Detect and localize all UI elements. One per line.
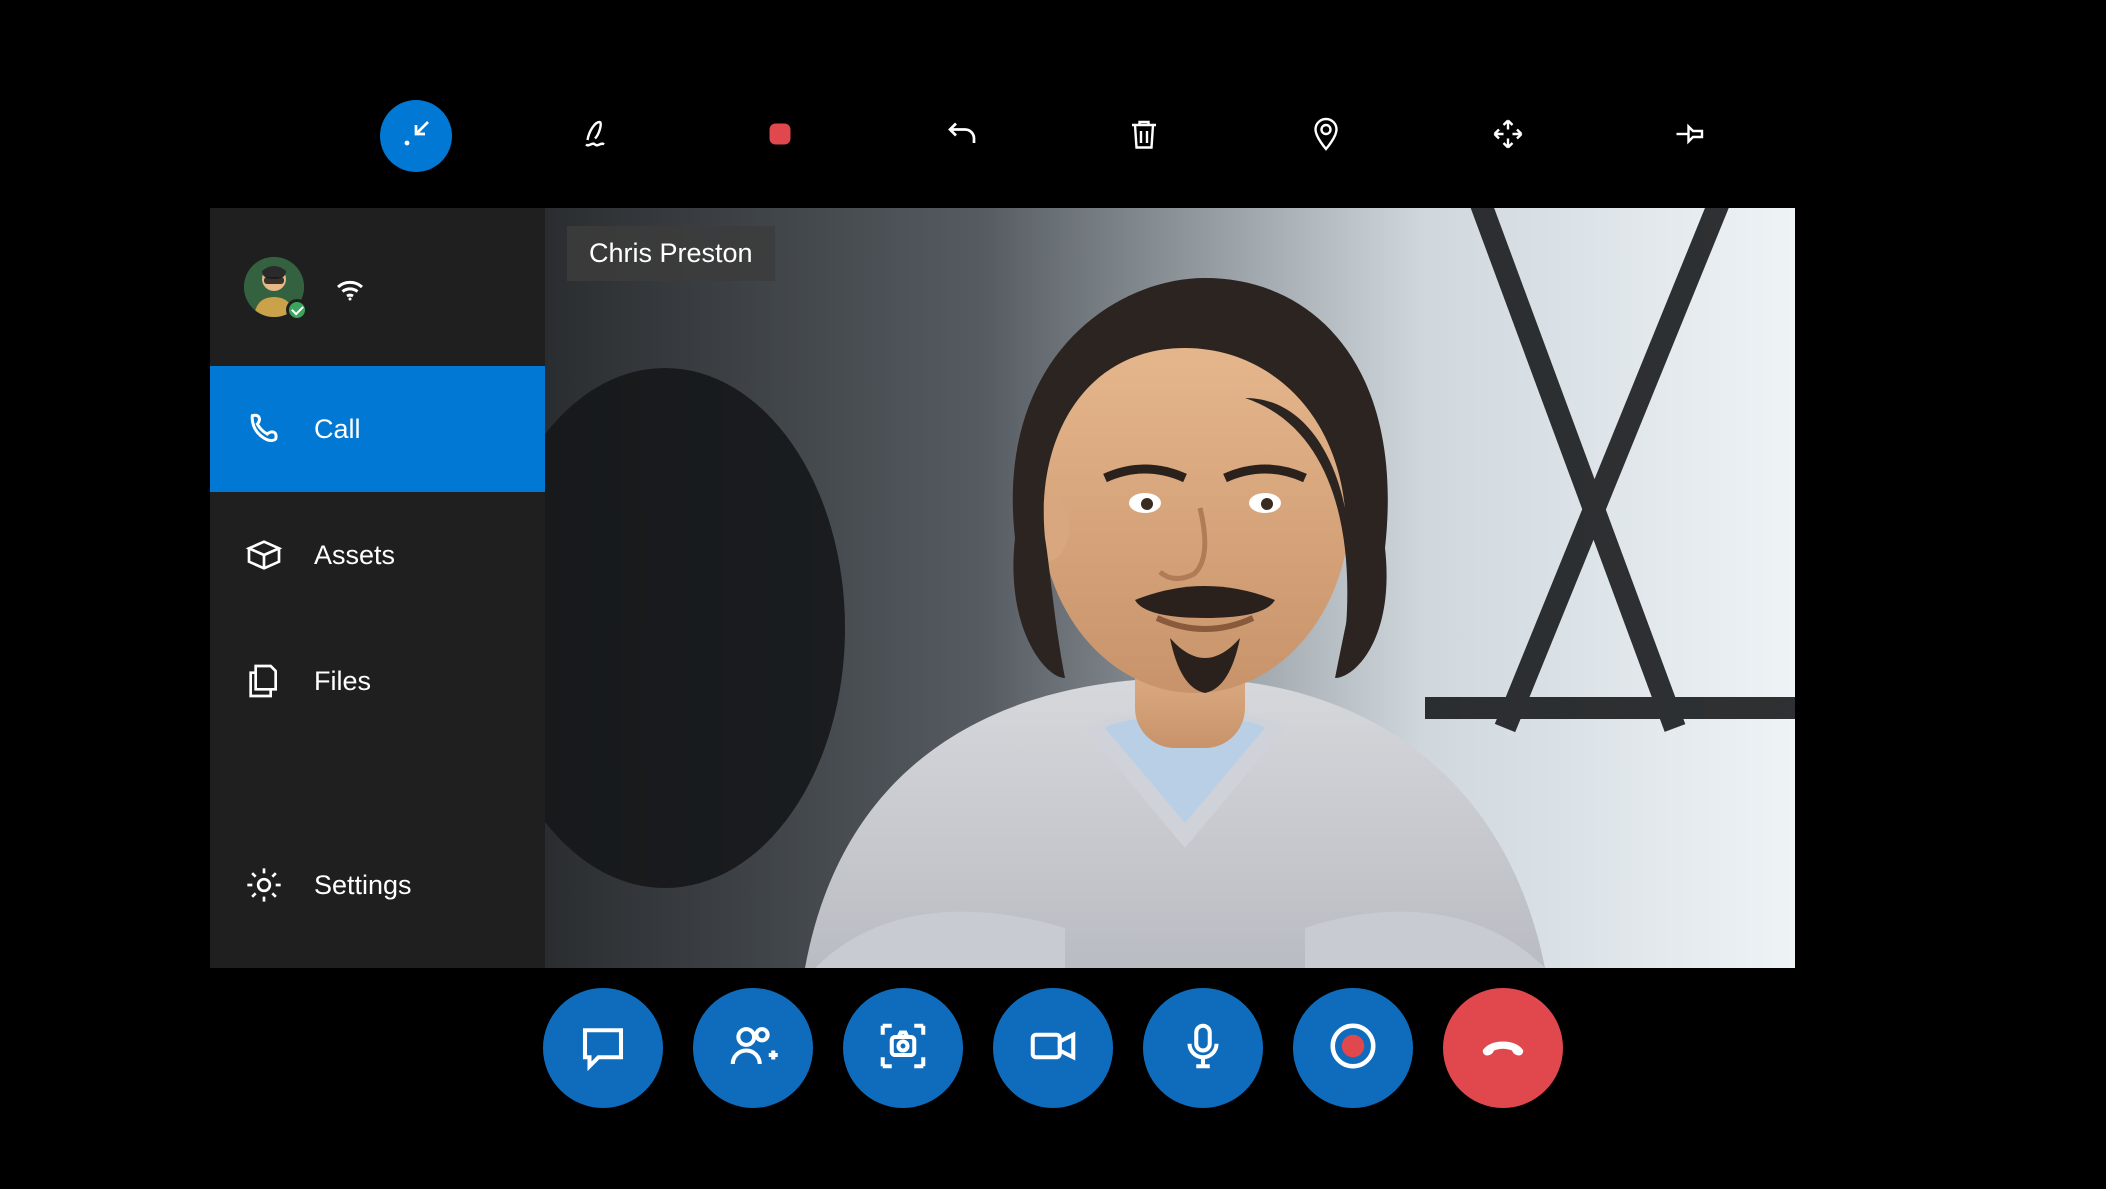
stop-shape-button[interactable] xyxy=(744,100,816,172)
camera-capture-button[interactable] xyxy=(843,988,963,1108)
main-panel: Call Assets xyxy=(210,208,1795,968)
call-controls xyxy=(0,988,2106,1108)
hangup-button[interactable] xyxy=(1443,988,1563,1108)
video-feed: Chris Preston xyxy=(545,208,1795,968)
nav-list: Call Assets xyxy=(210,366,545,744)
nav-item-call[interactable]: Call xyxy=(210,366,545,492)
ink-icon xyxy=(580,116,616,157)
ink-button[interactable] xyxy=(562,100,634,172)
delete-icon xyxy=(1126,116,1162,157)
nav-label: Files xyxy=(314,666,371,697)
sidebar: Call Assets xyxy=(210,208,545,968)
microphone-icon xyxy=(1176,1019,1230,1078)
undo-button[interactable] xyxy=(926,100,998,172)
record-icon xyxy=(1326,1019,1380,1078)
location-button[interactable] xyxy=(1290,100,1362,172)
nav-label: Assets xyxy=(314,540,395,571)
stop-shape-icon xyxy=(762,116,798,157)
minimize-icon xyxy=(398,116,434,157)
chat-button[interactable] xyxy=(543,988,663,1108)
record-button[interactable] xyxy=(1293,988,1413,1108)
wifi-icon xyxy=(332,269,368,305)
presence-online-icon xyxy=(286,299,308,321)
minimize-button[interactable] xyxy=(380,100,452,172)
delete-button[interactable] xyxy=(1108,100,1180,172)
assets-icon xyxy=(244,535,284,575)
add-participant-icon xyxy=(726,1019,780,1078)
participant-name-tag: Chris Preston xyxy=(567,226,775,281)
move-icon xyxy=(1490,116,1526,157)
video-icon xyxy=(1026,1019,1080,1078)
move-button[interactable] xyxy=(1472,100,1544,172)
chat-icon xyxy=(576,1019,630,1078)
hangup-icon xyxy=(1476,1019,1530,1078)
participant-name: Chris Preston xyxy=(589,238,753,268)
nav-label: Call xyxy=(314,414,361,445)
avatar[interactable] xyxy=(244,257,304,317)
nav-item-assets[interactable]: Assets xyxy=(210,492,545,618)
files-icon xyxy=(244,661,284,701)
nav-item-files[interactable]: Files xyxy=(210,618,545,744)
undo-icon xyxy=(944,116,980,157)
video-button[interactable] xyxy=(993,988,1113,1108)
nav-item-settings[interactable]: Settings xyxy=(210,822,545,948)
annotation-toolbar xyxy=(0,100,2106,172)
phone-icon xyxy=(244,409,284,449)
location-icon xyxy=(1308,116,1344,157)
microphone-button[interactable] xyxy=(1143,988,1263,1108)
profile-area xyxy=(210,208,545,366)
camera-capture-icon xyxy=(876,1019,930,1078)
remote-video-image xyxy=(545,208,1795,968)
add-participant-button[interactable] xyxy=(693,988,813,1108)
pin-icon xyxy=(1672,116,1708,157)
gear-icon xyxy=(244,865,284,905)
pin-button[interactable] xyxy=(1654,100,1726,172)
nav-label: Settings xyxy=(314,870,412,901)
